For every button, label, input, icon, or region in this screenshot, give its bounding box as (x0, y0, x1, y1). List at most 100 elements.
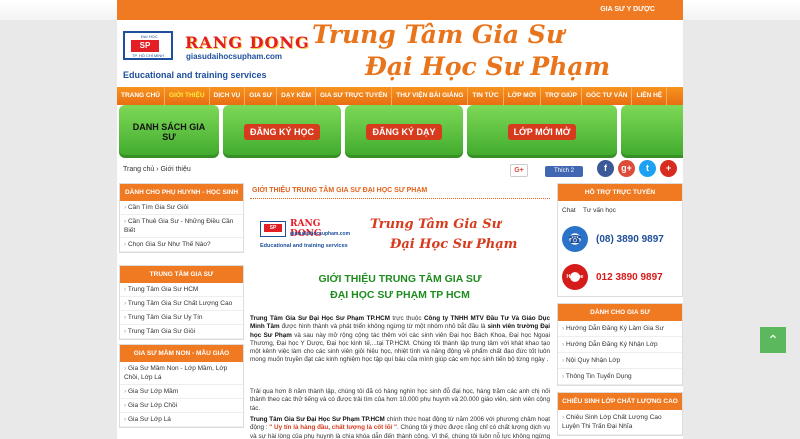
sidebar-item[interactable]: Cần Thuê Gia Sư - Những Điều Cần Biết (120, 215, 243, 238)
intro-paragraph-3: Trung Tâm Gia Sư Đại Học Sư Phạm TP.HCM … (250, 416, 550, 439)
right-sidebar: HỖ TRỢ TRỰC TUYẾN Chat Tư vấn học ☎ (08)… (557, 183, 683, 439)
sidebar-box-centers: TRUNG TÂM GIA SƯ Trung Tâm Gia Sư HCM Tr… (119, 265, 244, 340)
seal-top-text: ĐẠI HỌC (141, 34, 158, 39)
sidebar-item[interactable]: Chọn Gia Sư Như Thế Nào? (120, 238, 243, 252)
main-content: GIỚI THIỆU TRUNG TÂM GIA SƯ ĐẠI HỌC SƯ P… (250, 183, 550, 439)
para1-text-f: và sau này mở rộng cộng tác thêm với các… (250, 331, 550, 364)
scroll-to-top-button[interactable]: ⌃ (760, 327, 786, 353)
top-bar-link[interactable]: GIA SƯ Y DƯỢC (600, 6, 655, 13)
nav-services[interactable]: DỊCH VỤ (210, 87, 246, 105)
intro-paragraph-2: Trải qua hơn 8 năm thành lập, chúng tôi … (250, 388, 550, 412)
sidebar-item[interactable]: Gia Sư Lớp Lá (120, 413, 243, 427)
top-bar: GIA SƯ Y DƯỢC (117, 0, 683, 20)
sidebar-item[interactable]: Trung Tâm Gia Sư HCM (120, 283, 243, 297)
quality-class-item[interactable]: Chiêu Sinh Lớp Chất Lượng Cao Luyện Thi … (558, 410, 682, 435)
facebook-icon[interactable]: f (597, 160, 614, 177)
sidebar-item[interactable]: Gia Sư Lớp Mầm (120, 385, 243, 399)
header-title-line2: Đại Học Sư Phạm (365, 52, 611, 81)
sidebar-item[interactable]: Trung Tâm Gia Sư Chất Lượng Cao (120, 297, 243, 311)
content-title-line1: Trung Tâm Gia Sư (370, 217, 502, 232)
site-domain: giasudaihocsupham.com (186, 52, 283, 61)
intro-heading-line2: ĐẠI HỌC SƯ PHẠM TP HCM (330, 289, 470, 301)
sidebar-heading: DÀNH CHO PHỤ HUYNH - HỌC SINH (120, 184, 243, 201)
sidebar-item[interactable]: Gia Sư Lớp Chồi (120, 399, 243, 413)
sidebar-box-parents: DÀNH CHO PHỤ HUYNH - HỌC SINH Cần Tìm Gi… (119, 183, 244, 253)
sidebar-item[interactable]: Gia Sư Mầm Non - Lớp Mầm, Lớp Chồi, Lớp … (120, 362, 243, 385)
tile-tutor-list[interactable]: DANH SÁCH GIA SƯ (119, 105, 219, 158)
content-logo: SP RANG DONG giasudaihocsupham.com Educa… (260, 219, 352, 257)
tutor-item[interactable]: Hướng Dẫn Đăng Ký Làm Gia Sư (558, 321, 682, 337)
tile-register-teach[interactable]: ĐĂNG KÝ DẠY (345, 105, 463, 158)
breadcrumb[interactable]: Trang chủ › Giới thiệu (123, 166, 191, 173)
para1-bold-a: Trung Tâm Gia Sư Đại Học Sư Phạm TP.HCM (250, 315, 390, 322)
nav-home[interactable]: TRANG CHỦ (117, 87, 165, 105)
chat-icon: Chat (562, 207, 576, 214)
para3-motto: " Uy tín là hàng đầu, chất lượng là cốt … (269, 424, 398, 432)
share-icon[interactable]: + (660, 160, 677, 177)
university-seal: ĐẠI HỌC SP TP. HỒ CHÍ MINH (123, 31, 173, 60)
quality-class-box: CHIÊU SINH LỚP CHẤT LƯỢNG CAO Chiêu Sinh… (557, 392, 683, 436)
phone-icon: ☎ (562, 226, 588, 252)
seal-letters: SP (131, 40, 159, 52)
phone-row[interactable]: ☎ (08) 3890 9897 (558, 220, 682, 258)
tutor-box: DÀNH CHO GIA SƯ Hướng Dẫn Đăng Ký Làm Gi… (557, 303, 683, 386)
para1-text-b: trực thuộc (389, 315, 424, 322)
tutor-item[interactable]: Nội Quy Nhận Lớp (558, 353, 682, 369)
nav-online-tutor[interactable]: GIA SƯ TRỰC TUYẾN (316, 87, 393, 105)
twitter-icon[interactable]: t (639, 160, 656, 177)
nav-help[interactable]: TRỢ GIÚP (541, 87, 582, 105)
site-header: ĐẠI HỌC SP TP. HỒ CHÍ MINH RANG DONG gia… (117, 20, 683, 87)
nav-library[interactable]: THƯ VIỆN BÀI GIẢNG (392, 87, 469, 105)
nav-tutoring[interactable]: DẠY KÈM (277, 87, 316, 105)
chat-row[interactable]: Chat Tư vấn học (558, 201, 682, 220)
nav-tutors[interactable]: GIA SƯ (245, 87, 278, 105)
nav-about[interactable]: GIỚI THIỆU (165, 87, 210, 105)
seal-bottom-text: TP. HỒ CHÍ MINH (132, 53, 165, 58)
hotline-row[interactable]: Hotline 012 3890 9897 (558, 258, 682, 296)
sidebar-heading: GIA SƯ MẦM NON - MẪU GIÁO (120, 345, 243, 362)
tile-new-classes[interactable]: LỚP MỚI MỞ (467, 105, 617, 158)
content-tagline: Educational and training services (260, 243, 348, 249)
hotline-icon: Hotline (562, 264, 588, 290)
header-title-line1: Trung Tâm Gia Sư (312, 20, 565, 49)
google-plus-icon[interactable]: g+ (618, 160, 635, 177)
main-nav: TRANG CHỦ GIỚI THIỆU DỊCH VỤ GIA SƯ DẠY … (117, 87, 683, 105)
tile-new-classes-label: LỚP MỚI MỞ (507, 123, 577, 140)
tile-partial[interactable] (621, 105, 683, 158)
sidebar-heading: TRUNG TÂM GIA SƯ (120, 266, 243, 283)
content-title-line2: Đại Học Sư Phạm (390, 237, 518, 252)
tile-register-study-label: ĐĂNG KÝ HỌC (243, 123, 320, 140)
google-plus-button[interactable]: G+ (510, 164, 528, 177)
nav-news[interactable]: TIN TỨC (468, 87, 504, 105)
sidebar-box-preschool: GIA SƯ MẦM NON - MẪU GIÁO Gia Sư Mầm Non… (119, 344, 244, 428)
sidebar-item[interactable]: Cần Tìm Gia Sư Giỏi (120, 201, 243, 215)
tile-tutor-list-label: DANH SÁCH GIA SƯ (132, 121, 206, 142)
tutor-item[interactable]: Hướng Dẫn Đăng Ký Nhận Lớp (558, 337, 682, 353)
quality-class-heading: CHIÊU SINH LỚP CHẤT LƯỢNG CAO (558, 393, 682, 410)
hotline-number: 012 3890 9897 (596, 271, 663, 283)
page-title: GIỚI THIỆU TRUNG TÂM GIA SƯ ĐẠI HỌC SƯ P… (250, 183, 550, 199)
nav-contact[interactable]: LIÊN HỆ (632, 87, 668, 105)
content-site: giasudaihocsupham.com (290, 231, 351, 237)
intro-heading-line1: GIỚI THIỆU TRUNG TÂM GIA SƯ (318, 273, 482, 285)
para1-text-d: được hình thành và phát triển không ngừn… (279, 323, 488, 331)
tile-register-study[interactable]: ĐĂNG KÝ HỌC (223, 105, 341, 158)
tutor-heading: DÀNH CHO GIA SƯ (558, 304, 682, 321)
phone-number: (08) 3890 9897 (596, 233, 664, 245)
tutor-item[interactable]: Thông Tin Tuyển Dụng (558, 369, 682, 385)
content-seal: SP (260, 221, 286, 237)
para3-bold-a: Trung Tâm Gia Sư Đại Học Sư Phạm TP.HCM (250, 416, 385, 423)
sidebar-item[interactable]: Trung Tâm Gia Sư Giỏi (120, 325, 243, 339)
left-sidebar: DÀNH CHO PHỤ HUYNH - HỌC SINH Cần Tìm Gi… (117, 183, 244, 432)
nav-new-classes[interactable]: LỚP MỚI (504, 87, 542, 105)
page-container: ĐẠI HỌC SP TP. HỒ CHÍ MINH RANG DONG gia… (117, 20, 683, 439)
site-logo[interactable]: ĐẠI HỌC SP TP. HỒ CHÍ MINH RANG DONG gia… (122, 30, 314, 84)
content-seal-letters: SP (264, 224, 282, 232)
support-box: HỖ TRỢ TRỰC TUYẾN Chat Tư vấn học ☎ (08)… (557, 183, 683, 297)
intro-paragraph-1: Trung Tâm Gia Sư Đại Học Sư Phạm TP.HCM … (250, 315, 550, 365)
facebook-like-button[interactable]: Thích 2 (545, 166, 583, 177)
sidebar-item[interactable]: Trung Tâm Gia Sư Uy Tín (120, 311, 243, 325)
chat-label: Tư vấn học (582, 207, 616, 214)
site-tagline: Educational and training services (123, 70, 267, 80)
nav-advice[interactable]: GÓC TƯ VẤN (582, 87, 633, 105)
